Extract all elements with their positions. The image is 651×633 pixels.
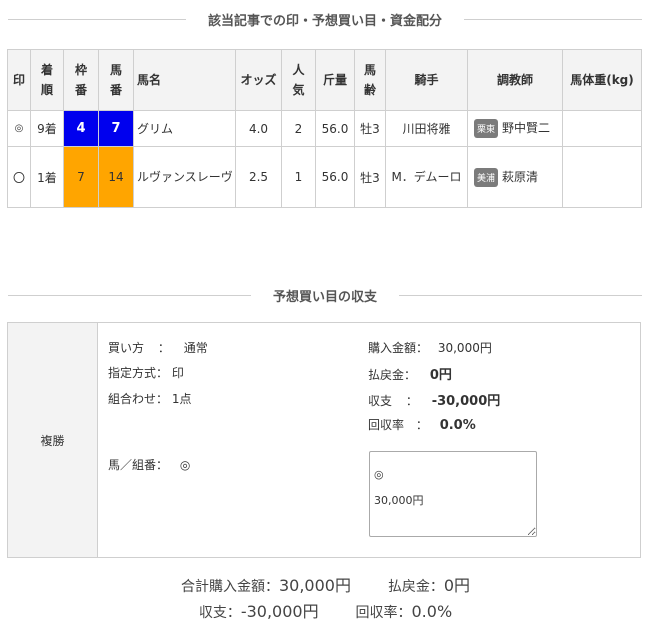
cell-horse-name: ルヴァンスレーヴ bbox=[133, 146, 236, 208]
col-header-odds: オッズ bbox=[235, 49, 282, 111]
col-header-popularity: 人気 bbox=[281, 49, 316, 111]
stable-badge: 美浦 bbox=[474, 167, 499, 187]
cell-odds: 4.0 bbox=[235, 110, 282, 147]
recovery-value: 0.0% bbox=[439, 418, 476, 433]
total-recovery-label: 回収率： bbox=[355, 605, 412, 621]
bet-horse: 馬／組番： ◎ bbox=[108, 456, 190, 473]
cell-sexage: 牡3 bbox=[354, 110, 386, 147]
col-header-trainer: 調教師 bbox=[467, 49, 563, 111]
col-header-umaban: 馬番 bbox=[98, 49, 134, 111]
col-header-mark: 印 bbox=[7, 49, 31, 111]
recovery-label: 回収率 bbox=[368, 418, 405, 432]
balance-amount: 収支 ： -30,000円 bbox=[368, 390, 500, 409]
col-header-bodyweight: 馬体重(kg) bbox=[562, 49, 642, 111]
cell-horse-name: グリム bbox=[133, 110, 236, 147]
bet-method-value: 通常 bbox=[183, 341, 208, 355]
cell-weight: 56.0 bbox=[315, 110, 355, 147]
total-refund-label: 払戻金： bbox=[387, 579, 444, 595]
table-header-row: 印 着順 枠番 馬番 馬名 オッズ 人気 斤量 馬齢 騎手 調教師 馬体重(kg… bbox=[7, 49, 642, 111]
total-purchase-label: 合計購入金額： bbox=[180, 579, 279, 595]
balance-value: -30,000円 bbox=[431, 394, 501, 409]
col-header-popularity-text: 人気 bbox=[292, 63, 305, 97]
divider bbox=[8, 294, 251, 296]
col-header-rank-text: 着順 bbox=[41, 63, 54, 97]
horse-table: 印 着順 枠番 馬番 馬名 オッズ 人気 斤量 馬齢 騎手 調教師 馬体重(kg… bbox=[7, 49, 642, 208]
bet-combo-label: 組合わせ： bbox=[108, 392, 169, 406]
bet-summary-box: 複勝 買い方 ： 通常 指定方式： 印 組合わせ： 1点 馬／組番： ◎ 購入金… bbox=[7, 322, 641, 558]
divider bbox=[464, 18, 643, 20]
cell-sexage: 牡3 bbox=[354, 146, 386, 208]
cell-odds: 2.5 bbox=[235, 146, 282, 208]
divider bbox=[8, 18, 186, 20]
separator-colon: ： bbox=[405, 394, 418, 408]
cell-rank: 1着 bbox=[30, 146, 64, 208]
col-header-sexage-text: 馬齢 bbox=[364, 63, 377, 97]
cell-mark: 〇 bbox=[7, 146, 31, 208]
cell-jockey: 川田将雅 bbox=[385, 110, 468, 147]
purchase-value: 30,000円 bbox=[437, 341, 492, 355]
total-balance-label: 収支： bbox=[198, 605, 241, 621]
divider bbox=[399, 294, 643, 296]
section-title: 予想買い目の収支 bbox=[273, 289, 378, 305]
cell-popularity: 2 bbox=[281, 110, 316, 147]
bet-method-label: 買い方 bbox=[108, 341, 145, 355]
col-header-weight: 斤量 bbox=[315, 49, 355, 111]
section-heading-balance: 予想買い目の収支 bbox=[8, 285, 643, 305]
refund-label: 払戻金： bbox=[368, 368, 417, 382]
cell-waku: 7 bbox=[63, 146, 99, 208]
total-recovery-value: 0.0% bbox=[411, 602, 453, 621]
recovery-rate: 回収率 ： 0.0% bbox=[368, 416, 476, 433]
total-balance-value: -30,000円 bbox=[240, 602, 319, 621]
purchase-amount: 購入金額： 30,000円 bbox=[368, 339, 492, 356]
trainer-name: 野中賢二 bbox=[502, 121, 551, 135]
bet-horse-value: ◎ bbox=[179, 458, 191, 472]
cell-waku: 4 bbox=[63, 110, 99, 147]
balance-label: 収支 bbox=[368, 394, 393, 408]
refund-amount: 払戻金： 0円 bbox=[368, 364, 452, 383]
table-row: 〇 1着 7 14 ルヴァンスレーヴ 2.5 1 56.0 牡3 M．デムーロ … bbox=[7, 146, 642, 208]
bet-spec: 指定方式： 印 bbox=[108, 364, 184, 381]
col-header-sexage: 馬齢 bbox=[354, 49, 386, 111]
combination-textarea[interactable] bbox=[369, 451, 537, 537]
cell-bodyweight bbox=[562, 110, 642, 147]
bet-combo: 組合わせ： 1点 bbox=[108, 390, 191, 407]
col-header-jockey: 騎手 bbox=[385, 49, 468, 111]
total-purchase-value: 30,000円 bbox=[278, 576, 351, 595]
bet-spec-value: 印 bbox=[171, 366, 184, 380]
col-header-umaban-text: 馬番 bbox=[110, 63, 123, 97]
col-header-waku-text: 枠番 bbox=[75, 63, 88, 97]
cell-mark: ◎ bbox=[7, 110, 31, 147]
cell-popularity: 1 bbox=[281, 146, 316, 208]
totals-line-2: 収支：-30,000円 回収率：0.0% bbox=[0, 598, 651, 622]
bet-method: 買い方 ： 通常 bbox=[108, 339, 208, 356]
cell-jockey: M．デムーロ bbox=[385, 146, 468, 208]
bet-spec-label: 指定方式： bbox=[108, 366, 169, 380]
trainer-name: 萩原清 bbox=[502, 169, 539, 184]
col-header-waku: 枠番 bbox=[63, 49, 99, 111]
table-row: ◎ 9着 4 7 グリム 4.0 2 56.0 牡3 川田将雅 栗東 野中賢二 bbox=[7, 110, 642, 147]
cell-trainer: 栗東 野中賢二 bbox=[467, 110, 563, 147]
section-title: 該当記事での印・予想買い目・資金配分 bbox=[208, 13, 443, 29]
separator-colon: ： bbox=[157, 341, 170, 355]
purchase-label: 購入金額： bbox=[368, 341, 429, 355]
stable-badge: 栗東 bbox=[474, 119, 499, 138]
section-heading-marks: 該当記事での印・予想買い目・資金配分 bbox=[8, 9, 643, 29]
separator-colon: ： bbox=[415, 418, 428, 432]
totals-line-1: 合計購入金額：30,000円 払戻金：0円 bbox=[0, 572, 651, 596]
refund-value: 0円 bbox=[429, 368, 452, 383]
cell-umaban: 7 bbox=[98, 110, 134, 147]
total-refund-value: 0円 bbox=[443, 576, 471, 595]
cell-rank: 9着 bbox=[30, 110, 64, 147]
cell-umaban: 14 bbox=[98, 146, 134, 208]
bet-details: 買い方 ： 通常 指定方式： 印 組合わせ： 1点 馬／組番： ◎ 購入金額： … bbox=[98, 323, 640, 557]
cell-weight: 56.0 bbox=[315, 146, 355, 208]
bet-type-label: 複勝 bbox=[8, 323, 98, 557]
bet-horse-label: 馬／組番： bbox=[108, 458, 169, 472]
col-header-name: 馬名 bbox=[133, 49, 236, 111]
col-header-rank: 着順 bbox=[30, 49, 64, 111]
cell-trainer: 美浦 萩原清 bbox=[467, 146, 563, 208]
bet-combo-value: 1点 bbox=[171, 392, 192, 406]
cell-bodyweight bbox=[562, 146, 642, 208]
